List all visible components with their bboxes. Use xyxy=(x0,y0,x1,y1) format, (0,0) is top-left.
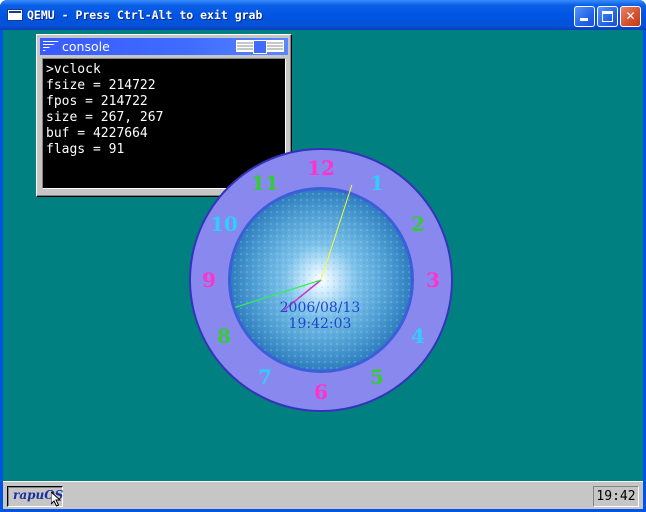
qemu-window: QEMU - Press Ctrl-Alt to exit grab ✕ con… xyxy=(0,0,646,512)
window-title: QEMU - Press Ctrl-Alt to exit grab xyxy=(27,8,263,22)
guest-desktop[interactable]: console >vclock fsize = 214722 fpos = 21… xyxy=(3,30,643,509)
console-line: fpos = 214722 xyxy=(46,94,148,109)
clock-time: 19:42:03 xyxy=(288,316,352,332)
mouse-cursor-icon xyxy=(51,492,62,507)
clock-numeral: 7 xyxy=(258,365,272,389)
clock-numeral: 4 xyxy=(411,324,425,348)
window-titlebar[interactable]: QEMU - Press Ctrl-Alt to exit grab ✕ xyxy=(0,0,646,30)
taskbar-clock: 19:42 xyxy=(593,486,639,507)
console-title: console xyxy=(62,39,110,54)
console-titlebar[interactable]: console xyxy=(40,38,288,55)
clock-numeral: 2 xyxy=(411,212,425,236)
start-button[interactable]: rapuOS xyxy=(7,486,63,507)
console-line: size = 267, 267 xyxy=(46,110,164,125)
taskbar: rapuOS 19:42 xyxy=(3,481,643,509)
clock-numeral: 10 xyxy=(210,212,238,236)
clock-numeral: 3 xyxy=(426,268,440,292)
minimize-icon xyxy=(580,18,588,21)
console-close-button[interactable] xyxy=(236,40,284,54)
console-line: >vclock xyxy=(46,62,101,77)
clock-numeral: 9 xyxy=(202,268,216,292)
maximize-button[interactable] xyxy=(597,6,618,27)
console-line: buf = 4227664 xyxy=(46,126,148,141)
analog-clock[interactable]: 121234567891011 xyxy=(186,145,456,415)
close-icon: ✕ xyxy=(625,9,636,23)
titlebar-grip-icon xyxy=(43,41,59,52)
minimize-button[interactable] xyxy=(574,6,595,27)
clock-numeral: 6 xyxy=(314,380,328,404)
clock-numeral: 12 xyxy=(307,156,335,180)
clock-numeral: 11 xyxy=(251,171,279,195)
clock-numeral: 5 xyxy=(370,365,384,389)
close-button[interactable]: ✕ xyxy=(620,6,641,27)
clock-date: 2006/08/13 xyxy=(279,300,361,316)
qemu-window-icon[interactable] xyxy=(7,9,23,21)
maximize-icon xyxy=(602,11,613,22)
console-line: fsize = 214722 xyxy=(46,78,156,93)
clock-numeral: 8 xyxy=(217,324,231,348)
clock-numeral: 1 xyxy=(370,171,384,195)
